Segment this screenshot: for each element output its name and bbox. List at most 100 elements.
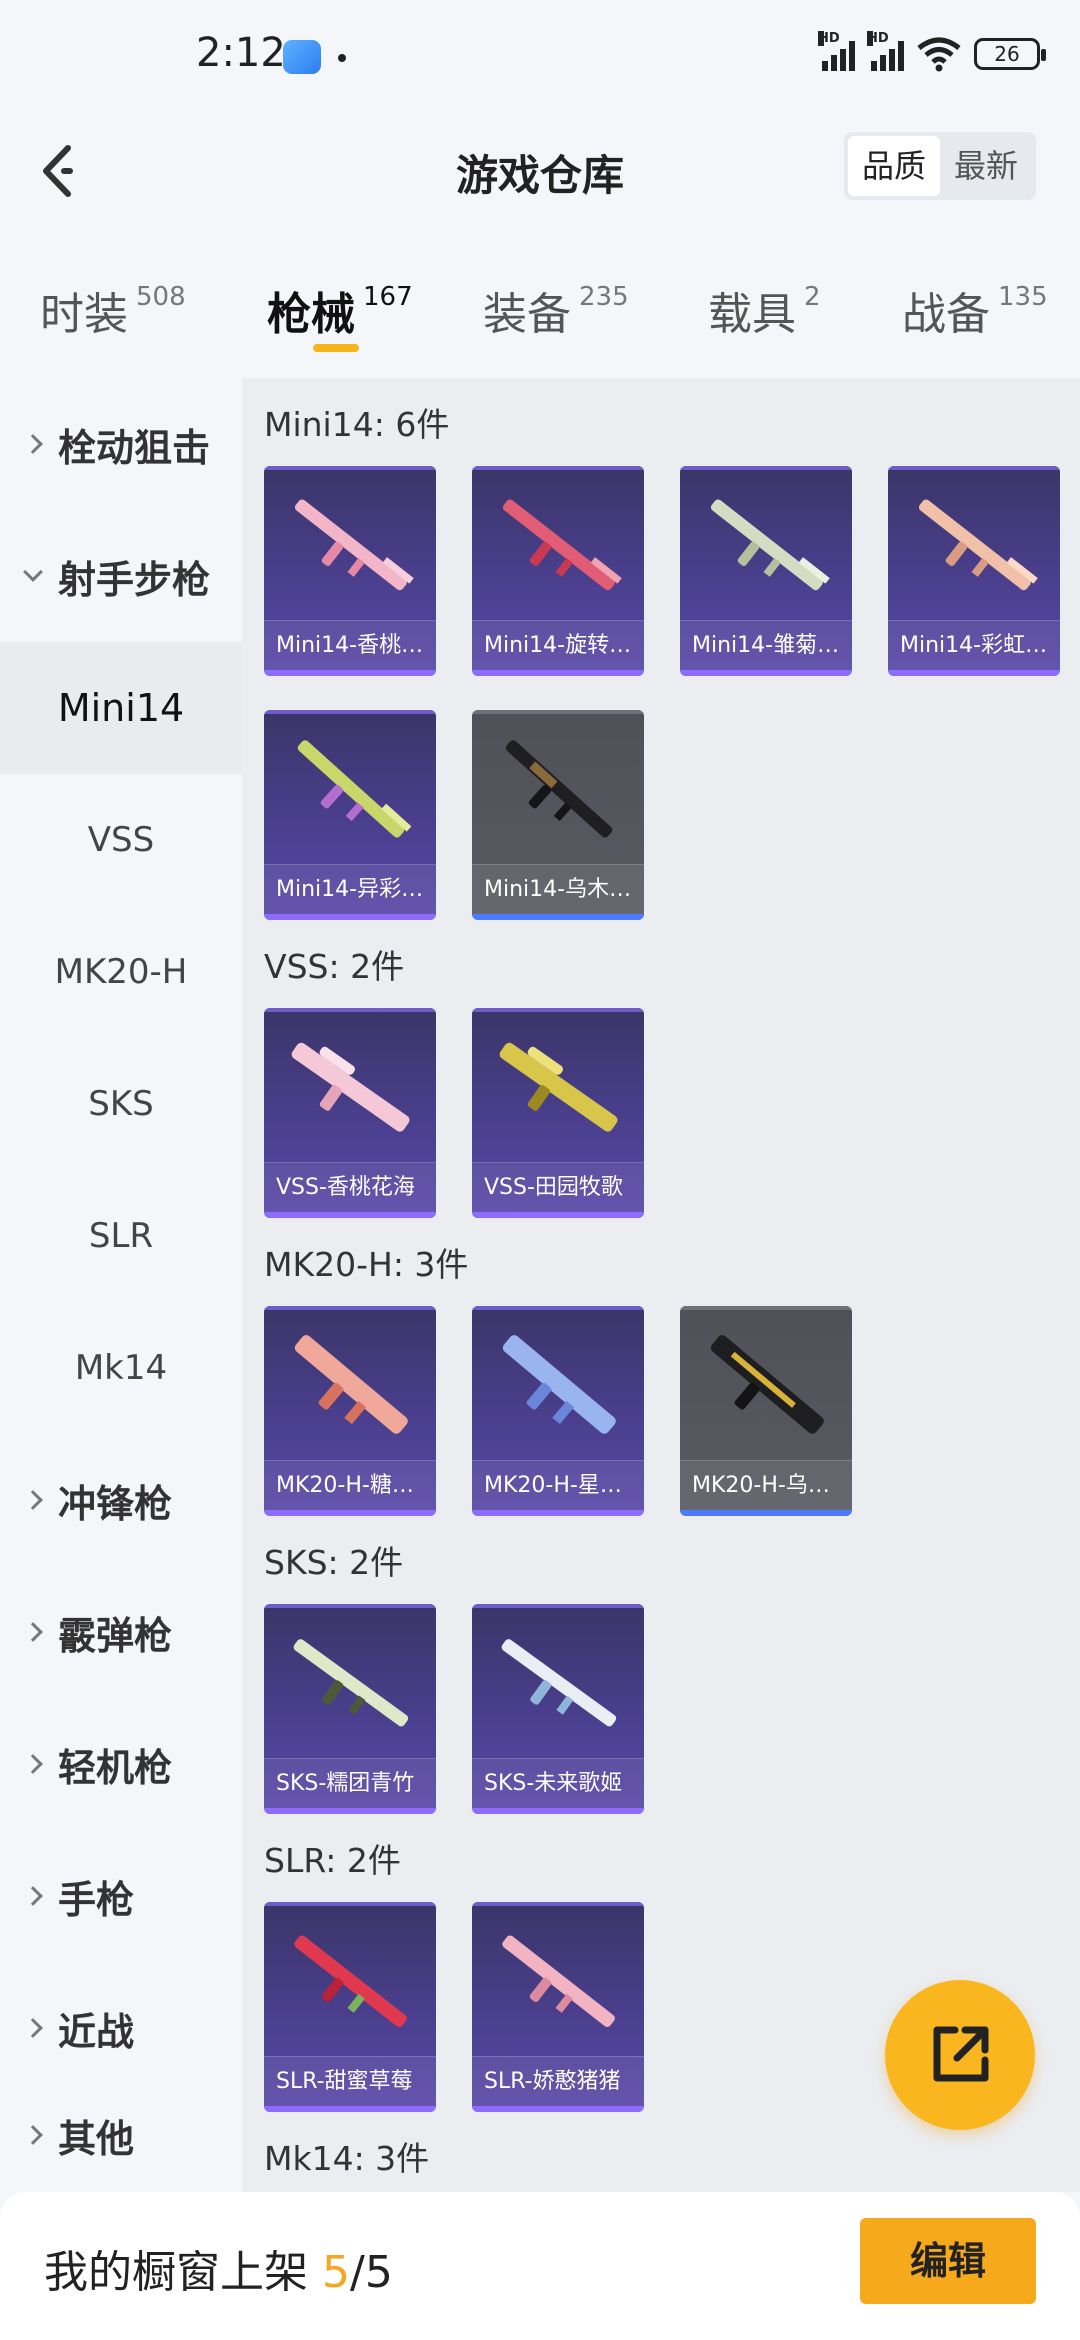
sidebar-item-pistol[interactable]: 手枪	[0, 1830, 242, 1962]
sort-quality-option[interactable]: 品质	[847, 136, 940, 196]
section-title: MK20-H: 3件	[264, 1245, 469, 1284]
skin-card[interactable]: VSS-香桃花海	[264, 1008, 436, 1218]
hd-label: HD	[867, 31, 889, 46]
weapon-icon	[499, 1042, 618, 1132]
skin-name: SLR-娇憨猪猪	[472, 2056, 644, 2106]
weapon-icon	[502, 499, 622, 591]
skin-card[interactable]: Mini14-乌木…	[472, 710, 644, 920]
skin-name: VSS-香桃花海	[264, 1162, 436, 1212]
tab-firearms[interactable]: 枪械 167	[267, 278, 413, 342]
sidebar: 栓动狙击 射手步枪 Mini14 VSS MK20-H SKS SLR Mk14…	[0, 378, 242, 2192]
skin-card[interactable]: MK20-H-乌…	[680, 1306, 852, 1516]
sidebar-item-lmg[interactable]: 轻机枪	[0, 1698, 242, 1830]
skin-card[interactable]: MK20-H-星…	[472, 1306, 644, 1516]
tab-vehicles[interactable]: 载具 2	[708, 278, 821, 342]
weapon-icon	[710, 499, 830, 591]
section-title: SLR: 2件	[264, 1841, 401, 1880]
sidebar-item-mini14[interactable]: Mini14	[0, 642, 242, 774]
skin-card[interactable]: SLR-甜蜜草莓	[264, 1902, 436, 2112]
skin-name: SLR-甜蜜草莓	[264, 2056, 436, 2106]
sidebar-item-label: 轻机枪	[58, 1745, 173, 1790]
category-tabs: 时装 508 枪械 167 装备 235 载具 2 战备 135	[0, 260, 1080, 360]
weapon-icon	[294, 499, 414, 591]
skin-name: SKS-糯团青竹	[264, 1758, 436, 1808]
skin-name: Mini14-雏菊…	[680, 620, 852, 670]
edit-button[interactable]: 编辑	[860, 2218, 1036, 2304]
tab-count: 167	[363, 282, 413, 312]
weapon-icon	[710, 1335, 824, 1434]
skin-name: Mini14-乌木…	[472, 864, 644, 914]
status-time: 2:12	[196, 30, 286, 76]
sidebar-item-label: MK20-H	[54, 952, 188, 992]
tab-supplies[interactable]: 战备 135	[902, 278, 1048, 342]
signal-icon: HD	[867, 31, 904, 71]
sidebar-item-slr[interactable]: SLR	[0, 1170, 242, 1302]
sidebar-item-label: 射手步枪	[58, 557, 211, 602]
chevron-right-icon	[23, 1622, 43, 1642]
sidebar-item-vss[interactable]: VSS	[0, 774, 242, 906]
skin-name: SKS-未来歌姬	[472, 1758, 644, 1808]
skin-card[interactable]: Mini14-雏菊…	[680, 466, 852, 676]
tab-skins[interactable]: 时装 508	[40, 278, 186, 342]
section-title: VSS: 2件	[264, 947, 405, 986]
skin-name: VSS-田园牧歌	[472, 1162, 644, 1212]
sidebar-item-other[interactable]: 其他	[0, 2078, 242, 2192]
tab-equipment[interactable]: 装备 235	[483, 278, 629, 342]
tab-count: 235	[579, 282, 629, 312]
share-external-icon	[933, 2026, 989, 2082]
sidebar-item-label: 其他	[58, 2116, 135, 2161]
weapon-icon	[502, 1935, 615, 2027]
tab-label: 战备	[902, 289, 990, 340]
section-title: Mini14: 6件	[264, 405, 450, 444]
status-indicators: HD HD 26	[818, 31, 1046, 72]
skin-card[interactable]: SKS-糯团青竹	[264, 1604, 436, 1814]
showcase-label: 我的橱窗上架	[44, 2247, 322, 2298]
skin-name: Mini14-彩虹…	[888, 620, 1060, 670]
tab-label: 装备	[483, 289, 571, 340]
skin-name: Mini14-异彩…	[264, 864, 436, 914]
skin-card[interactable]: MK20-H-糖…	[264, 1306, 436, 1516]
sidebar-item-melee[interactable]: 近战	[0, 1962, 242, 2094]
sidebar-item-mk20h[interactable]: MK20-H	[0, 906, 242, 1038]
skin-name: MK20-H-星…	[472, 1460, 644, 1510]
wifi-icon	[917, 37, 961, 72]
weapon-icon	[294, 1335, 408, 1434]
weapon-icon	[505, 740, 613, 838]
share-button[interactable]	[885, 1980, 1035, 2130]
sort-toggle: 品质 最新	[843, 132, 1036, 200]
skin-card[interactable]: SLR-娇憨猪猪	[472, 1902, 644, 2112]
skin-card[interactable]: Mini14-异彩…	[264, 710, 436, 920]
tab-count: 508	[136, 282, 186, 312]
weapon-icon	[502, 1335, 616, 1434]
battery-icon: 26	[974, 38, 1046, 70]
sidebar-item-bolt-sniper[interactable]: 栓动狙击	[0, 378, 242, 510]
chevron-right-icon	[23, 2125, 43, 2145]
signal-icon: HD	[818, 31, 855, 71]
sidebar-item-shotgun[interactable]: 霰弹枪	[0, 1566, 242, 1698]
skin-card[interactable]: VSS-田园牧歌	[472, 1008, 644, 1218]
notification-dot-icon	[338, 54, 346, 62]
app-notification-icon	[283, 40, 321, 74]
tab-label: 载具	[708, 289, 796, 340]
skin-card[interactable]: SKS-未来歌姬	[472, 1604, 644, 1814]
sidebar-item-label: SKS	[88, 1084, 154, 1124]
sidebar-item-label: 近战	[58, 2009, 135, 2054]
chevron-right-icon	[23, 434, 43, 454]
hd-label: HD	[818, 31, 840, 46]
skin-name: MK20-H-乌…	[680, 1460, 852, 1510]
status-bar: 2:12 HD HD 26	[0, 0, 1080, 120]
weapon-icon	[293, 1639, 409, 1727]
sidebar-item-label: Mk14	[74, 1348, 168, 1388]
sidebar-item-smg[interactable]: 冲锋枪	[0, 1434, 242, 1566]
sort-newest-option[interactable]: 最新	[940, 136, 1032, 196]
sidebar-item-mk14[interactable]: Mk14	[0, 1302, 242, 1434]
chevron-right-icon	[23, 2018, 43, 2038]
skin-card[interactable]: Mini14-旋转…	[472, 466, 644, 676]
weapon-icon	[294, 1935, 407, 2027]
sidebar-item-marksman-rifle[interactable]: 射手步枪	[0, 510, 242, 642]
sidebar-item-sks[interactable]: SKS	[0, 1038, 242, 1170]
sidebar-item-label: 栓动狙击	[58, 425, 211, 470]
showcase-count: 5	[322, 2247, 350, 2298]
skin-card[interactable]: Mini14-彩虹…	[888, 466, 1060, 676]
skin-card[interactable]: Mini14-香桃…	[264, 466, 436, 676]
